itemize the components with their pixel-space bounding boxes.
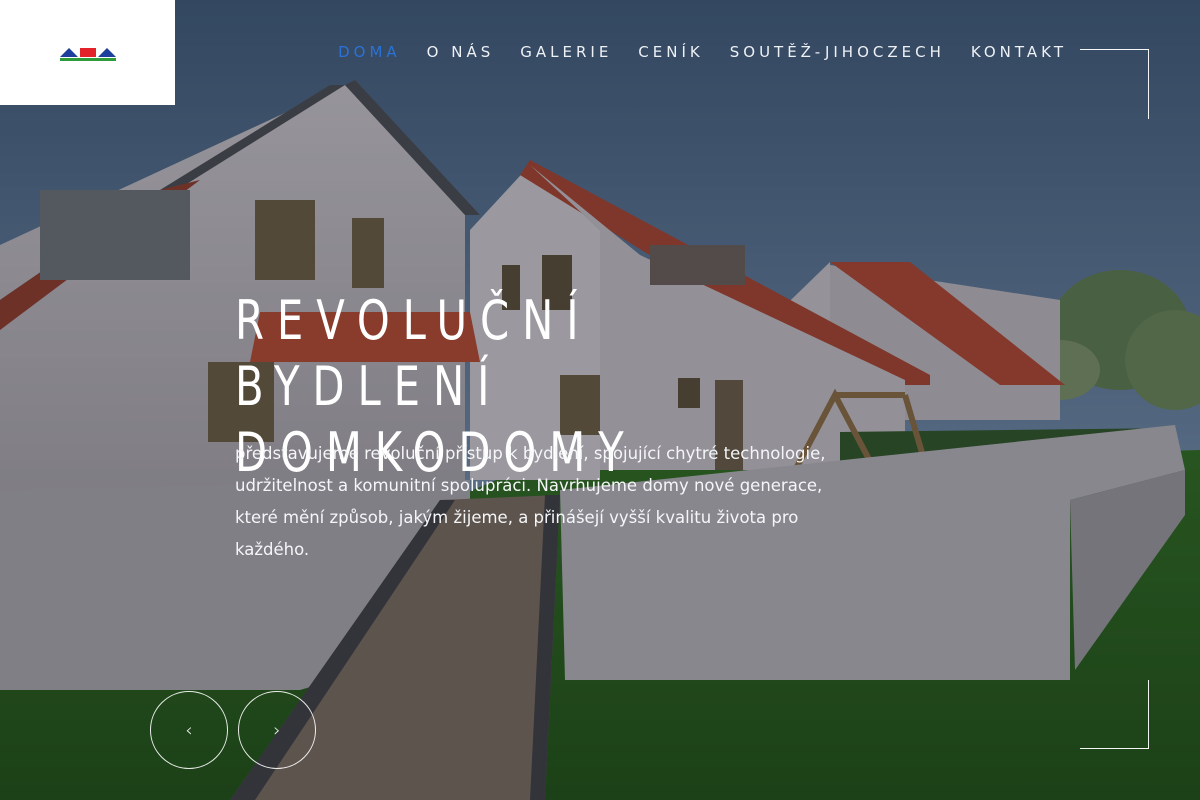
logo-roofs-icon (59, 47, 116, 61)
chevron-right-icon: › (273, 719, 281, 741)
nav-item-o-nas[interactable]: O NÁS (427, 42, 495, 62)
nav-item-kontakt[interactable]: KONTAKT (971, 42, 1067, 62)
hero-description: představujeme revoluční přístup k bydlen… (235, 444, 826, 559)
hero-headline-line1: REVOLUČNÍ BYDLENÍ (235, 289, 592, 418)
chevron-left-icon: ‹ (185, 719, 193, 741)
corner-bracket-bottom-right (1080, 680, 1149, 749)
logo[interactable] (0, 0, 175, 105)
slider-next-button[interactable]: › (238, 691, 316, 769)
nav-item-galerie[interactable]: GALERIE (520, 42, 612, 62)
main-nav: DOMA O NÁS GALERIE CENÍK SOUTĚŽ-JIHOCZEC… (312, 42, 1067, 62)
slider-prev-button[interactable]: ‹ (150, 691, 228, 769)
nav-item-soutez-jihoczech[interactable]: SOUTĚŽ-JIHOCZECH (730, 42, 945, 62)
nav-item-doma[interactable]: DOMA (338, 42, 401, 62)
nav-item-cenik[interactable]: CENÍK (638, 42, 703, 62)
corner-bracket-top-right (1080, 49, 1149, 119)
